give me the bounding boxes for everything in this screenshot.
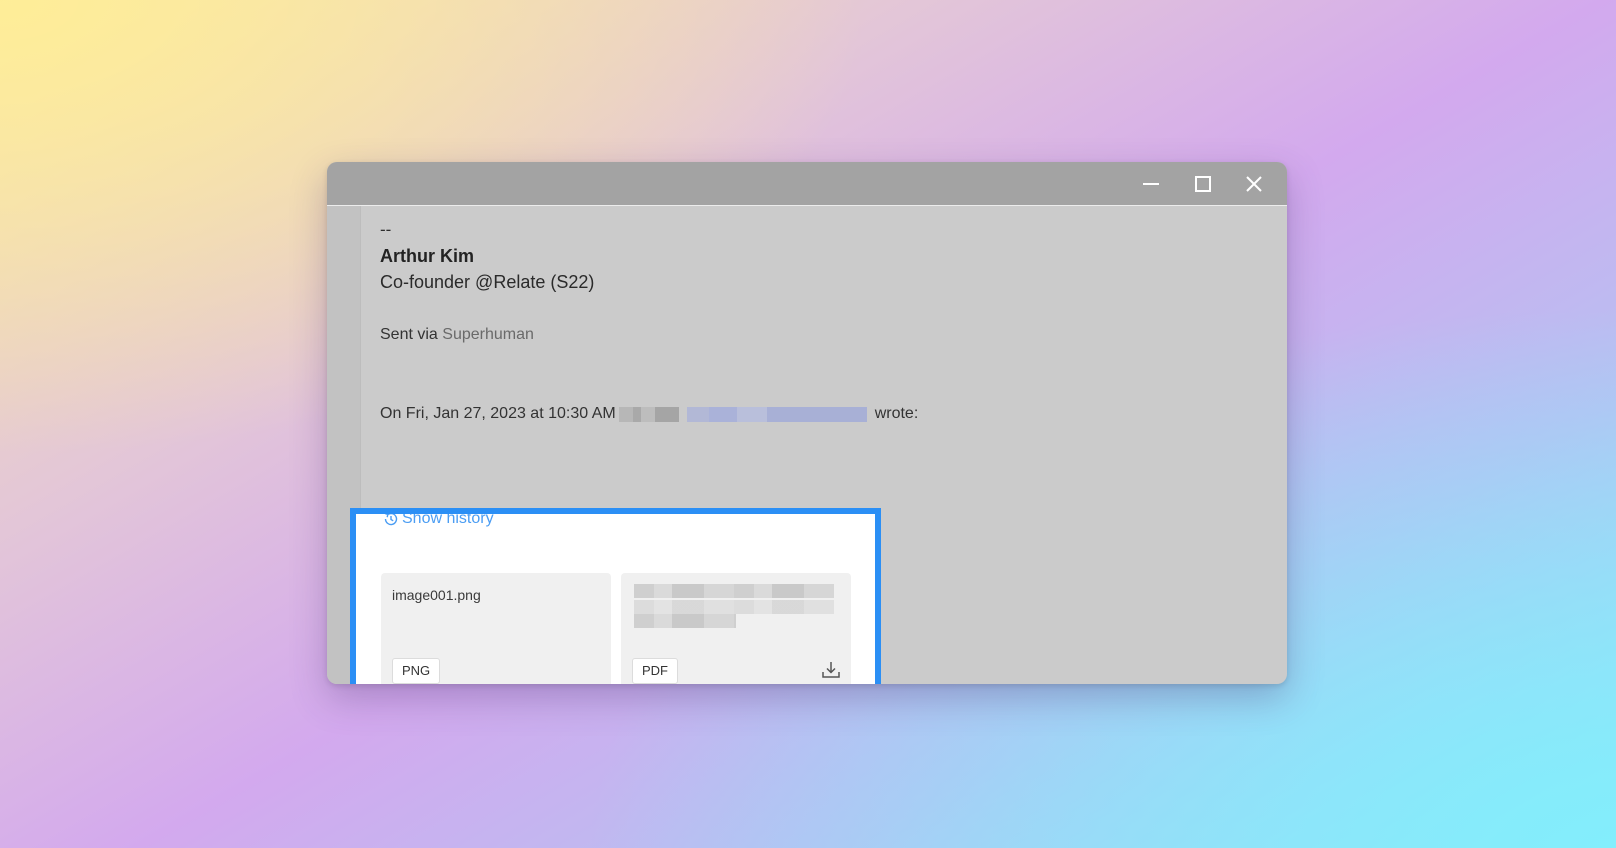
signature-separator: -- bbox=[380, 220, 392, 239]
maximize-icon bbox=[1195, 176, 1211, 192]
signature-name: Arthur Kim bbox=[380, 246, 474, 266]
close-icon bbox=[1246, 176, 1262, 192]
quote-header-suffix: wrote: bbox=[874, 405, 919, 422]
maximize-button[interactable] bbox=[1188, 169, 1218, 199]
attachment-name: image001.png bbox=[392, 587, 481, 603]
show-history-label: Show history bbox=[402, 510, 494, 527]
clock-icon bbox=[384, 514, 398, 526]
redacted-sender-name bbox=[618, 406, 679, 422]
redacted-attachment-name bbox=[634, 584, 834, 630]
email-body: -- Arthur Kim Co-founder @Relate (S22) S… bbox=[327, 206, 1287, 684]
attachment-card-pdf[interactable]: PDF bbox=[621, 573, 851, 684]
title-bar[interactable] bbox=[327, 162, 1287, 206]
file-type-badge: PDF bbox=[632, 658, 678, 684]
quote-header-prefix: On Fri, Jan 27, 2023 at 10:30 AM bbox=[380, 405, 616, 422]
sent-via-prefix: Sent via bbox=[380, 326, 438, 343]
file-type-badge: PNG bbox=[392, 658, 441, 684]
signature-role: Co-founder @Relate (S22) bbox=[380, 272, 595, 292]
attachment-card-image001[interactable]: image001.png PNG bbox=[381, 573, 611, 684]
download-icon bbox=[822, 662, 840, 678]
show-history-link[interactable]: Show history bbox=[382, 510, 494, 528]
superhuman-link[interactable]: Superhuman bbox=[442, 326, 534, 343]
email-window: -- Arthur Kim Co-founder @Relate (S22) S… bbox=[327, 162, 1287, 684]
attachments-highlight: Show history image001.png PNG PDF bbox=[350, 508, 881, 684]
download-button[interactable] bbox=[820, 659, 842, 681]
sent-via-line: Sent via Superhuman bbox=[380, 326, 534, 344]
minimize-icon bbox=[1143, 183, 1159, 185]
redacted-sender-email[interactable] bbox=[686, 406, 867, 422]
quote-header: On Fri, Jan 27, 2023 at 10:30 AM wrote: bbox=[380, 405, 918, 423]
close-button[interactable] bbox=[1239, 169, 1269, 199]
minimize-button[interactable] bbox=[1136, 169, 1166, 199]
